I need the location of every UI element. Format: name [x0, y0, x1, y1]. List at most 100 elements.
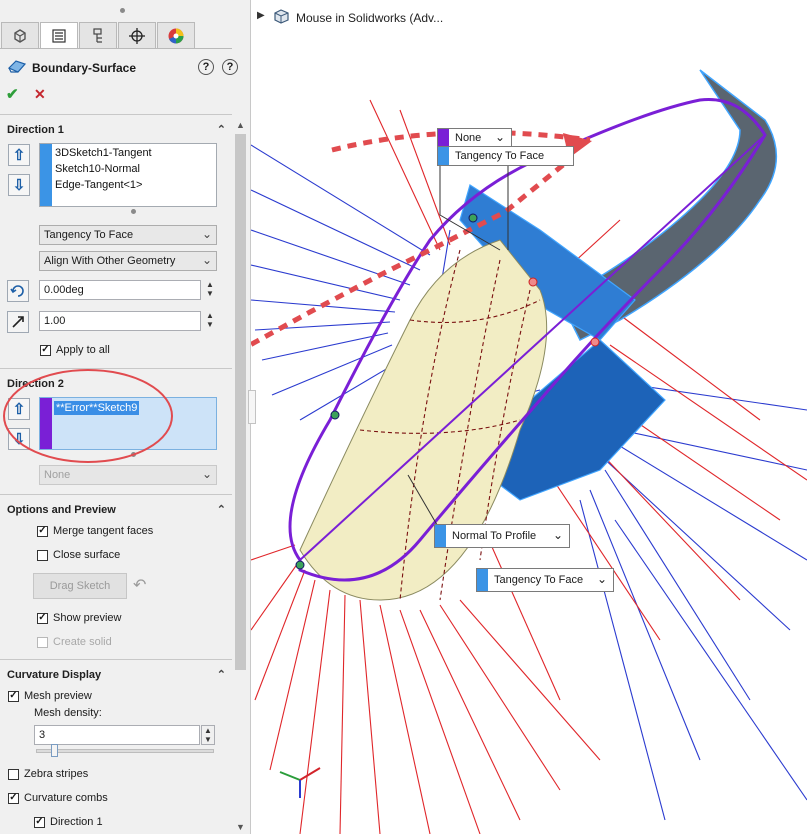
help-icon[interactable]: ? [222, 59, 238, 75]
panel-splitter-handle[interactable] [248, 390, 256, 424]
undo-sketch-drag-icon[interactable]: ↶ [133, 575, 146, 595]
drag-sketch-button[interactable]: Drag Sketch [33, 573, 127, 599]
configuration-manager-icon [93, 27, 102, 43]
property-manager-icon [52, 29, 66, 43]
draft-angle-input[interactable]: 0.00deg [39, 280, 201, 300]
direction1-curves-list[interactable]: 3DSketch1-Tangent Sketch10-Normal Edge-T… [39, 143, 217, 207]
tab-dimxpert-manager[interactable] [118, 22, 156, 48]
angle-spinner[interactable]: ▲ ▼ [205, 280, 215, 300]
collapse-chevron-icon: ⌃ [216, 124, 226, 136]
surface-preview-canvas [251, 69, 807, 834]
callout-swatch [438, 129, 449, 147]
feature-manager-icon [14, 28, 26, 43]
part-icon [274, 9, 289, 24]
mesh-density-slider-track[interactable] [36, 749, 214, 753]
direction2-guide-line [299, 134, 766, 561]
scrollbar-thumb[interactable] [235, 134, 246, 670]
checkbox-checked-icon: ✓ [40, 344, 51, 356]
control-point[interactable] [468, 213, 478, 223]
grip-dot-icon [120, 8, 125, 13]
direction1-tangency-select[interactable]: Tangency To Face ⌄ [39, 225, 217, 245]
checkbox-checked-icon: ✓ [8, 792, 19, 804]
ok-button[interactable]: ✔ [6, 85, 19, 103]
checkbox-checked-icon: ✓ [34, 816, 45, 828]
resize-grip-icon[interactable] [131, 209, 136, 214]
mesh-density-slider-thumb[interactable] [51, 744, 58, 757]
scroll-down-icon[interactable]: ▼ [236, 822, 245, 832]
callout-swatch [435, 525, 446, 547]
tab-property-manager[interactable] [40, 22, 78, 49]
checkbox-empty-icon [8, 768, 19, 780]
list-item[interactable]: Sketch10-Normal [55, 163, 140, 175]
chevron-down-icon: ⌄ [201, 467, 212, 481]
control-point[interactable] [590, 337, 600, 347]
boundary-surface-icon [7, 60, 27, 73]
collapse-chevron-icon: ⌃ [216, 504, 226, 516]
direction2-tangency-select[interactable]: None ⌄ [39, 465, 217, 485]
chevron-down-icon: ⌄ [552, 528, 563, 542]
detailed-preview-help-icon[interactable]: ? [198, 59, 214, 75]
arrow-down-icon: ⇩ [12, 177, 26, 194]
length-spinner[interactable]: ▲ ▼ [205, 311, 215, 331]
zebra-stripes-checkbox[interactable]: Zebra stripes [8, 768, 88, 780]
reverse-direction-icon [10, 285, 24, 297]
mesh-density-spinner[interactable]: ▲ ▼ [201, 725, 215, 745]
callout-swatch [438, 147, 449, 165]
curvature-header[interactable]: Curvature Display ⌃ [0, 666, 232, 684]
tree-root-label[interactable]: Mouse in Solidworks (Adv... [296, 11, 443, 25]
reverse-direction-button[interactable] [7, 280, 29, 302]
direction1-alignment-select[interactable]: Align With Other Geometry ⌄ [39, 251, 217, 271]
move-down-button[interactable]: ⇩ [8, 174, 30, 196]
scroll-up-icon[interactable]: ▲ [236, 120, 245, 130]
apply-to-all-checkbox[interactable]: ✓ Apply to all [40, 344, 110, 356]
checkbox-empty-icon [37, 549, 48, 561]
callout-none[interactable]: None ⌄ [437, 128, 512, 148]
callout-normal-to-profile[interactable]: Normal To Profile ⌄ [434, 524, 570, 548]
direction1-color-swatch [40, 144, 52, 206]
panel-top-grip[interactable] [0, 0, 250, 20]
feature-title: Boundary-Surface [32, 61, 137, 75]
tab-feature-manager[interactable] [1, 22, 39, 48]
list-item[interactable]: Edge-Tangent<1> [55, 179, 142, 191]
graphics-area[interactable]: ▶ Mouse in Solidworks (Adv... None ⌄ Tang… [251, 0, 807, 834]
mesh-density-input[interactable]: 3 [34, 725, 200, 745]
options-header[interactable]: Options and Preview ⌃ [0, 501, 232, 519]
manager-tab-bar [0, 22, 200, 49]
collapse-chevron-icon: ⌃ [216, 669, 226, 681]
callout-swatch [477, 569, 488, 591]
checkbox-checked-icon: ✓ [8, 690, 19, 702]
property-manager-panel: Boundary-Surface ? ? ✔ ✕ Direction 1 ⌃ ⇧ … [0, 0, 251, 834]
show-preview-checkbox[interactable]: ✓ Show preview [37, 612, 121, 624]
callout-tangency-top[interactable]: Tangency To Face [437, 146, 574, 166]
chevron-down-icon: ⌄ [494, 130, 505, 144]
tangent-length-button[interactable] [7, 311, 29, 333]
tangent-length-icon [12, 316, 24, 328]
merge-tangent-faces-checkbox[interactable]: ✓ Merge tangent faces [37, 525, 153, 537]
close-surface-checkbox[interactable]: Close surface [37, 549, 120, 561]
control-point[interactable] [330, 410, 340, 420]
checkbox-checked-icon: ✓ [37, 525, 48, 537]
checkbox-checked-icon: ✓ [37, 612, 48, 624]
checkbox-empty-icon [37, 636, 48, 648]
section-divider [0, 114, 232, 115]
curvature-combs-checkbox[interactable]: ✓ Curvature combs [8, 792, 108, 804]
tab-configuration-manager[interactable] [79, 22, 117, 48]
control-point[interactable] [528, 277, 538, 287]
combs-direction1-checkbox[interactable]: ✓ Direction 1 [34, 816, 103, 828]
move-up-button[interactable]: ⇧ [8, 144, 30, 166]
chevron-down-icon: ⌄ [201, 227, 212, 241]
control-point[interactable] [295, 560, 305, 570]
list-item[interactable]: 3DSketch1-Tangent [55, 147, 152, 159]
tab-display-manager[interactable] [157, 22, 195, 48]
create-solid-checkbox[interactable]: Create solid [37, 636, 112, 648]
callout-tangency-bottom[interactable]: Tangency To Face ⌄ [476, 568, 614, 592]
cancel-button[interactable]: ✕ [34, 86, 46, 103]
highlight-ellipse [3, 369, 173, 463]
arrow-up-icon: ⇧ [12, 147, 26, 164]
tangent-length-input[interactable]: 1.00 [39, 311, 201, 331]
section-divider [0, 659, 232, 660]
direction1-header[interactable]: Direction 1 ⌃ [0, 121, 232, 139]
tree-expand-icon[interactable]: ▶ [257, 10, 265, 21]
triad-icon [279, 767, 321, 798]
mesh-preview-checkbox[interactable]: ✓ Mesh preview [8, 690, 92, 702]
